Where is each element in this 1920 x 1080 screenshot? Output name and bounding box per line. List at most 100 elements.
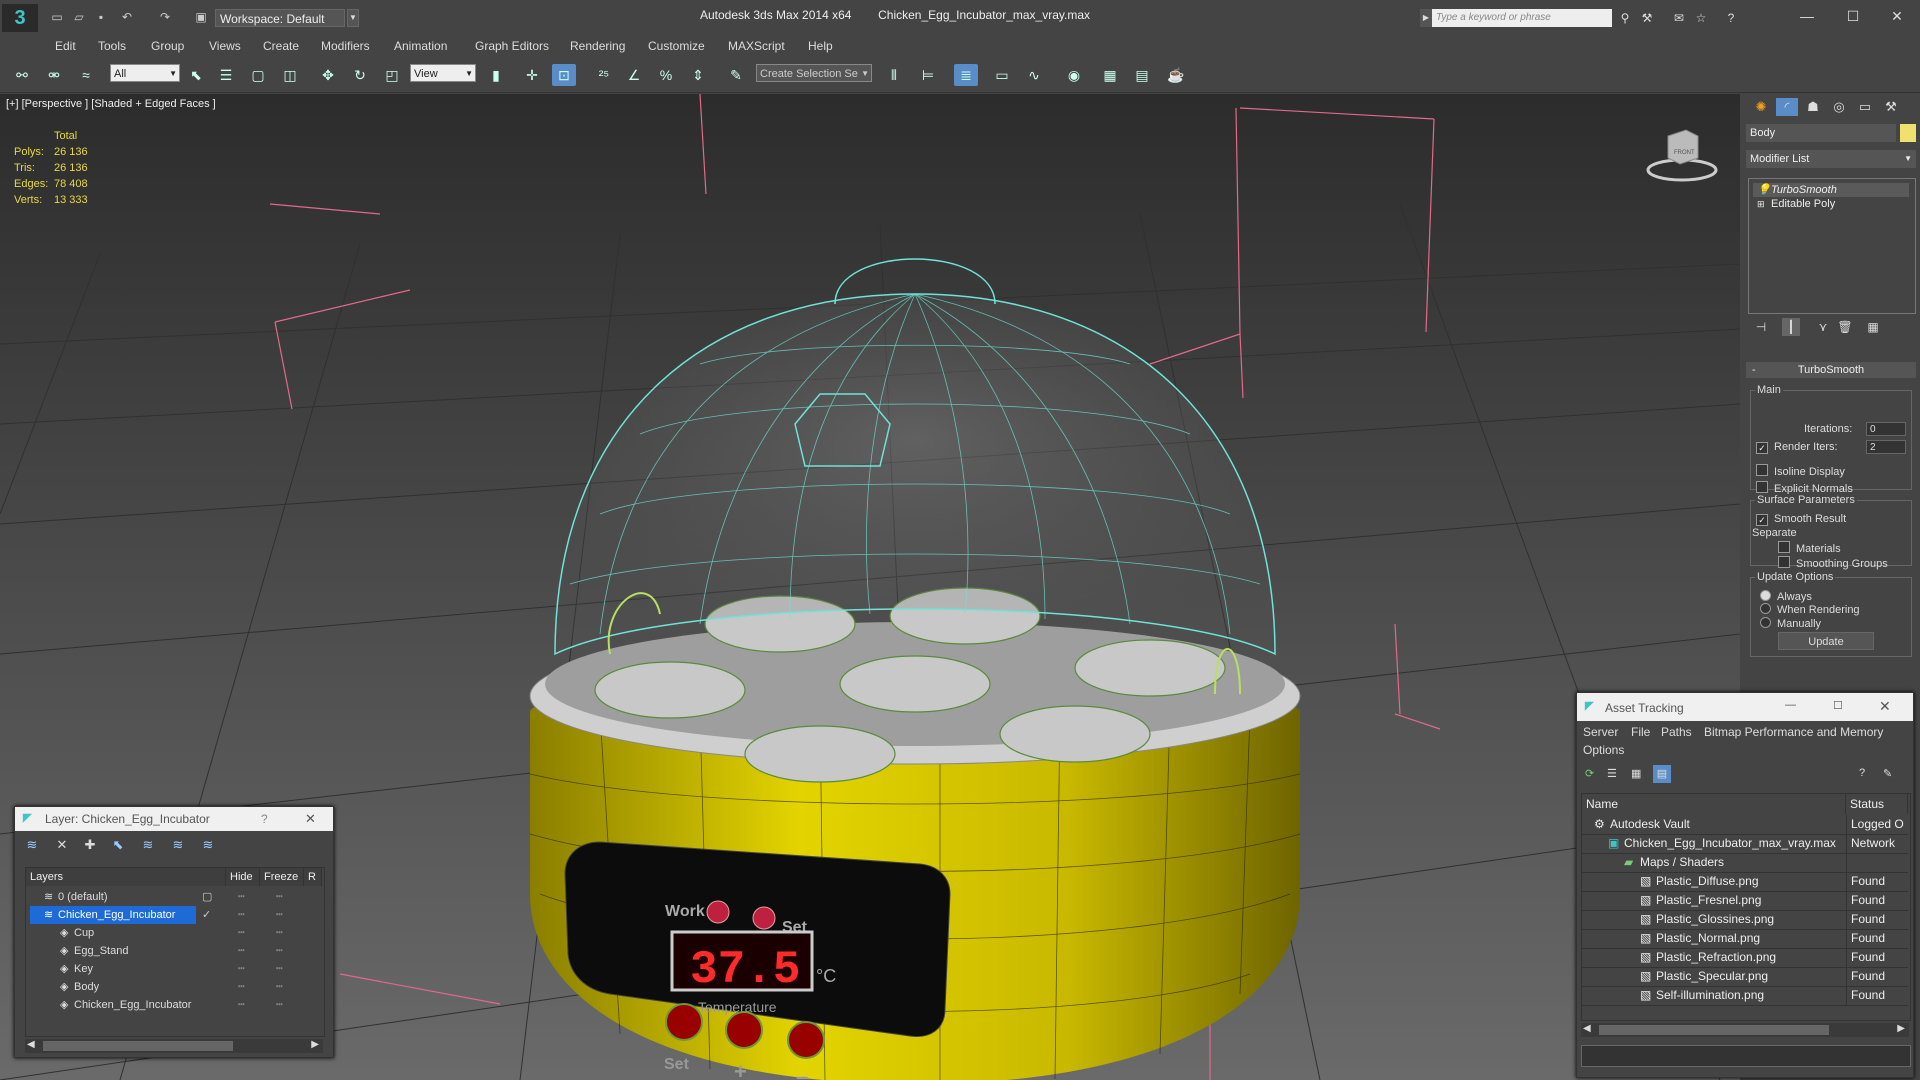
open-file-icon[interactable]: ▱ <box>70 8 88 26</box>
help-icon[interactable]: ? <box>261 812 268 826</box>
layer-manager-icon[interactable]: ≣ <box>954 64 978 86</box>
asset-row[interactable]: ▧ Plastic_Glossines.png Found <box>1582 910 1908 930</box>
modify-tab-icon[interactable]: ◜ <box>1776 98 1798 116</box>
delete-layer-icon[interactable]: ✕ <box>51 836 73 854</box>
hide-toggle[interactable]: ┅ <box>238 888 245 906</box>
modifier-list-dropdown[interactable]: Modifier List ▼ <box>1746 150 1916 168</box>
help-icon[interactable]: ? <box>1859 767 1865 779</box>
smoothing-groups-checkbox[interactable] <box>1778 556 1790 568</box>
show-end-result-icon[interactable]: ┃ <box>1782 318 1800 336</box>
when-rendering-radio[interactable] <box>1760 603 1771 614</box>
redo-icon[interactable]: ↷ <box>156 8 174 26</box>
render-setup-icon[interactable]: ▦ <box>1098 64 1122 86</box>
asset-row[interactable]: ▧ Plastic_Fresnel.png Found <box>1582 891 1908 911</box>
search-expand-icon[interactable]: ▶ <box>1420 9 1432 27</box>
asset-row[interactable]: ⚙ Autodesk Vault Logged O <box>1582 815 1908 835</box>
object-color-swatch[interactable] <box>1900 124 1916 142</box>
pin-stack-icon[interactable]: ⊣ <box>1752 318 1770 336</box>
create-layer-icon[interactable]: ≋ <box>21 836 43 854</box>
menu-create[interactable]: Create <box>263 39 299 53</box>
material-editor-icon[interactable]: ◉ <box>1062 64 1086 86</box>
object-row[interactable]: ◈ Cup ┅ ┅ <box>26 924 316 942</box>
hide-toggle[interactable]: ┅ <box>238 978 245 996</box>
close-icon[interactable]: ✕ <box>305 811 316 827</box>
freeze-toggle[interactable]: ┅ <box>276 906 283 924</box>
menu-animation[interactable]: Animation <box>394 39 447 53</box>
select-objects-icon[interactable]: ⬉ <box>107 836 129 854</box>
help-icon[interactable]: ? <box>1722 9 1740 27</box>
highlight-layer-icon[interactable]: ≋ <box>137 836 159 854</box>
menu-views[interactable]: Views <box>209 39 241 53</box>
scroll-right-icon[interactable]: ▶ <box>1897 1023 1905 1034</box>
hide-toggle[interactable]: ┅ <box>238 960 245 978</box>
workspace-dropdown[interactable]: Workspace: Default <box>215 9 345 27</box>
column-name[interactable]: Name <box>1582 794 1846 814</box>
link-icon[interactable]: ⚯ <box>10 64 34 86</box>
object-row[interactable]: ◈ Egg_Stand ┅ ┅ <box>26 942 316 960</box>
align-icon[interactable]: ⊨ <box>916 64 940 86</box>
thumbnail-view-icon[interactable]: ▦ <box>1631 767 1641 780</box>
reference-coordinate-dropdown[interactable]: View ▼ <box>410 64 476 82</box>
menu-file[interactable]: File <box>1631 725 1650 739</box>
menu-maxscript[interactable]: MAXScript <box>728 39 785 53</box>
layer-row[interactable]: Chicken_Egg_Incubator ≋ ┅ ┅ ✓ <box>26 906 316 924</box>
menu-edit[interactable]: Edit <box>55 39 76 53</box>
save-file-icon[interactable]: ▪ <box>92 8 110 26</box>
unlink-icon[interactable]: ⚮ <box>42 64 66 86</box>
current-layer-icon[interactable]: ▢ <box>202 888 212 906</box>
table-view-icon[interactable]: ▤ <box>1653 765 1671 783</box>
app-logo[interactable]: 3 <box>2 4 38 32</box>
asset-row[interactable]: ▧ Plastic_Refraction.png Found <box>1582 948 1908 968</box>
maximize-icon[interactable]: ☐ <box>1833 699 1843 712</box>
viewcube[interactable]: FRONT <box>1640 124 1720 184</box>
menu-options[interactable]: Options <box>1583 743 1624 757</box>
layer-window-titlebar[interactable]: ◤ Layer: Chicken_Egg_Incubator ? ✕ <box>15 807 333 831</box>
asset-row[interactable]: ▧ Plastic_Specular.png Found <box>1582 967 1908 987</box>
stack-item-turbosmooth[interactable]: 💡 TurboSmooth <box>1753 183 1909 197</box>
menu-bitmap-performance[interactable]: Bitmap Performance and Memory <box>1704 725 1883 739</box>
minimize-icon[interactable]: — <box>1785 699 1796 711</box>
update-button[interactable]: Update <box>1778 632 1874 650</box>
new-file-icon[interactable]: ▭ <box>48 8 66 26</box>
asset-row[interactable]: ▧ Plastic_Diffuse.png Found <box>1582 872 1908 892</box>
always-radio[interactable] <box>1760 590 1771 601</box>
turbosmooth-rollout-header[interactable]: - TurboSmooth <box>1746 362 1916 378</box>
make-unique-icon[interactable]: ⋎ <box>1814 318 1832 336</box>
hide-toggle[interactable]: ┅ <box>238 942 245 960</box>
hide-all-icon[interactable]: ≋ <box>167 836 189 854</box>
subscription-icon[interactable]: ⚒ <box>1638 9 1656 27</box>
rotate-icon[interactable]: ↻ <box>348 64 372 86</box>
bind-spacewarp-icon[interactable]: ≈ <box>74 64 98 86</box>
column-layers[interactable]: Layers <box>26 868 226 886</box>
percent-snap-icon[interactable]: % <box>654 64 678 86</box>
display-tab-icon[interactable]: ▭ <box>1854 98 1876 116</box>
refresh-icon[interactable]: ⟳ <box>1585 767 1594 780</box>
hide-toggle[interactable]: ┅ <box>238 996 245 1014</box>
viewport-label[interactable]: [+] [Perspective ] [Shaded + Edged Faces… <box>6 98 216 110</box>
explicit-normals-checkbox[interactable] <box>1756 481 1768 493</box>
menu-graph-editors[interactable]: Graph Editors <box>475 39 549 53</box>
select-object-icon[interactable]: ⬉ <box>184 64 208 86</box>
freeze-toggle[interactable]: ┅ <box>276 978 283 996</box>
menu-tools[interactable]: Tools <box>98 39 126 53</box>
active-layer-check-icon[interactable]: ✓ <box>202 906 211 924</box>
scroll-left-icon[interactable]: ◀ <box>27 1039 35 1050</box>
menu-modifiers[interactable]: Modifiers <box>321 39 370 53</box>
rectangular-selection-icon[interactable]: ▢ <box>246 64 270 86</box>
keyboard-shortcut-override-icon[interactable]: ⊡ <box>552 64 576 86</box>
render-iters-checkbox[interactable]: ✓ <box>1756 442 1768 454</box>
hierarchy-tab-icon[interactable]: ☗ <box>1802 98 1824 116</box>
asset-row[interactable]: ▧ Self-illumination.png Found <box>1582 986 1908 1006</box>
column-render[interactable]: R <box>304 868 322 886</box>
asset-row[interactable]: ▰ Maps / Shaders <box>1582 853 1908 873</box>
select-manipulate-icon[interactable]: ✛ <box>520 64 544 86</box>
render-production-icon[interactable]: ☕ <box>1164 64 1188 86</box>
minimize-icon[interactable]: — <box>1784 2 1830 30</box>
object-row[interactable]: ◈ Chicken_Egg_Incubator ┅ ┅ <box>26 996 316 1014</box>
maximize-icon[interactable]: ☐ <box>1830 2 1876 30</box>
binoculars-icon[interactable]: ⚲ <box>1616 9 1634 27</box>
menu-paths[interactable]: Paths <box>1661 725 1692 739</box>
window-crossing-icon[interactable]: ◫ <box>278 64 302 86</box>
menu-help[interactable]: Help <box>808 39 833 53</box>
snaps-toggle-icon[interactable]: ²⁵ <box>592 64 616 86</box>
